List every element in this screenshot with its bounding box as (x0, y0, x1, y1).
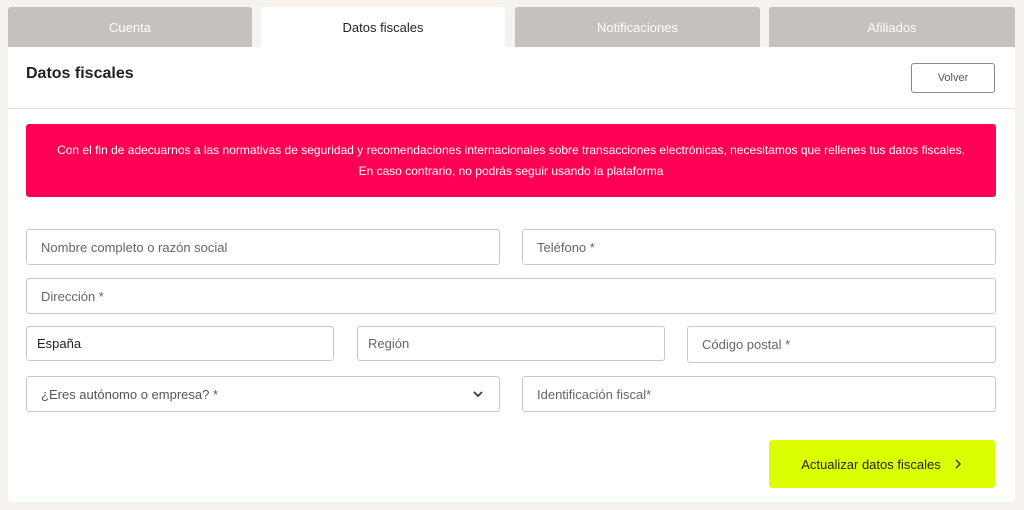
tab-datos-fiscales[interactable]: Datos fiscales (261, 7, 505, 48)
country-field[interactable]: España (26, 326, 334, 361)
tax-id-field[interactable]: Identificación fiscal* (522, 376, 996, 412)
address-placeholder: Dirección * (41, 288, 104, 304)
region-field[interactable]: Región (357, 326, 665, 361)
warning-alert: Con el fin de adecuarnos a las normativa… (26, 124, 996, 197)
phone-placeholder: Teléfono * (537, 239, 595, 255)
update-fiscal-data-button[interactable]: Actualizar datos fiscales (769, 440, 995, 488)
phone-field[interactable]: Teléfono * (522, 229, 996, 265)
alert-line-1: Con el fin de adecuarnos a las normativa… (57, 142, 965, 157)
update-button-label: Actualizar datos fiscales (801, 456, 941, 472)
tax-id-placeholder: Identificación fiscal* (537, 386, 652, 402)
name-field[interactable]: Nombre completo o razón social (26, 229, 500, 265)
alert-line-2: En caso contrario, no podrás seguir usan… (358, 163, 664, 178)
postal-code-field[interactable]: Código postal * (687, 326, 996, 363)
tab-cuenta[interactable]: Cuenta (8, 7, 252, 47)
entity-type-placeholder: ¿Eres autónomo o empresa? * (41, 386, 219, 402)
region-placeholder: Región (368, 336, 410, 351)
name-placeholder: Nombre completo o razón social (41, 239, 228, 255)
chevron-down-icon (473, 391, 483, 398)
address-field[interactable]: Dirección * (26, 278, 996, 314)
header-divider (8, 108, 1015, 109)
tab-afiliados[interactable]: Afiliados (769, 7, 1015, 47)
fiscal-data-card: Datos fiscales Volver Con el fin de adec… (8, 47, 1015, 502)
tab-notificaciones[interactable]: Notificaciones (515, 7, 760, 47)
chevron-right-icon (955, 459, 961, 469)
entity-type-select[interactable]: ¿Eres autónomo o empresa? * (26, 376, 500, 412)
back-button[interactable]: Volver (911, 63, 995, 93)
country-value: España (37, 336, 82, 351)
tab-bar: Cuenta Datos fiscales Notificaciones Afi… (8, 7, 1015, 48)
page-title: Datos fiscales (26, 65, 134, 82)
postal-code-placeholder: Código postal * (702, 337, 791, 352)
